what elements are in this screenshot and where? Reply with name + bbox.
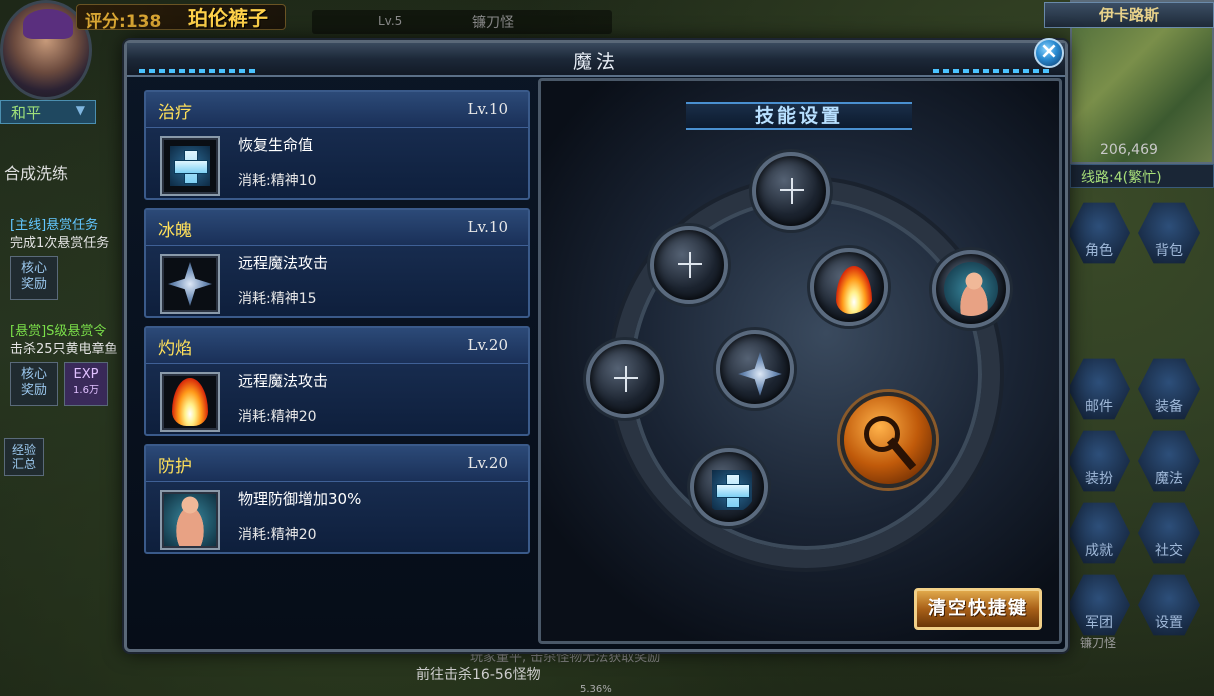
sub-monster-name: 镰刀怪	[1080, 636, 1117, 650]
core-reward-badge: 核心 奖励	[10, 362, 58, 406]
heal-cross-icon	[170, 146, 210, 186]
skill-level: Lv.10	[467, 218, 508, 236]
shortcut-slot-empty[interactable]	[586, 340, 664, 418]
quest-bounty-tag[interactable]: [悬赏]S级悬赏令	[10, 320, 106, 339]
skill-level: Lv.20	[467, 454, 508, 472]
menu-label: 社交	[1155, 543, 1183, 559]
exp-reward: EXP 1.6万	[64, 362, 108, 406]
skill-cost: 消耗:精神15	[238, 291, 317, 307]
skill-setting-title: 技能设置	[754, 105, 843, 127]
skill-level: Lv.20	[467, 336, 508, 354]
flame-icon	[836, 266, 872, 314]
skill-card-defense[interactable]: 防护 Lv.20 物理防御增加30% 消耗:精神20	[144, 444, 530, 554]
target-level: Lv.5	[378, 14, 403, 28]
skill-setting-title-bar: 技能设置	[686, 102, 912, 130]
skill-card-ice[interactable]: 冰魄 Lv.10 远程魔法攻击 消耗:精神15	[144, 208, 530, 318]
body-armor-icon	[170, 496, 210, 546]
close-icon: ×	[1039, 39, 1059, 64]
skill-name: 防护	[158, 457, 192, 477]
skill-list: 治疗 Lv.10 恢复生命值 消耗:精神10 冰魄 Lv.10 远程魔法攻击 消…	[144, 90, 532, 644]
line-select[interactable]: 线路:4(繁忙)	[1070, 164, 1214, 188]
menu-label: 军团	[1085, 615, 1113, 631]
menu-label: 成就	[1085, 543, 1113, 559]
skill-name: 治疗	[158, 103, 192, 123]
skill-card-heal[interactable]: 治疗 Lv.10 恢复生命值 消耗:精神10	[144, 90, 530, 200]
shortcut-slot-defense[interactable]	[932, 250, 1010, 328]
exp-summary-button[interactable]: 经验 汇总	[4, 438, 44, 476]
skill-description: 远程魔法攻击	[238, 254, 329, 272]
ice-shard-icon	[738, 352, 782, 396]
skill-name: 灼焰	[158, 339, 192, 359]
skill-header: 灼焰 Lv.20	[146, 328, 528, 364]
target-name: 镰刀怪	[472, 15, 514, 31]
body-armor-icon	[954, 272, 994, 316]
skill-description: 恢复生命值	[238, 136, 314, 154]
skill-name: 冰魄	[158, 221, 192, 241]
quest-bounty-desc: 击杀25只黄电章鱼	[10, 342, 118, 357]
exp-label: EXP	[73, 367, 99, 382]
menu-label: 背包	[1155, 243, 1183, 259]
close-button[interactable]: ×	[1034, 38, 1064, 68]
ice-shard-icon	[168, 262, 212, 306]
skill-cost: 消耗:精神20	[238, 409, 317, 425]
dialog-header: 魔法	[127, 43, 1065, 77]
skill-description: 物理防御增加30%	[238, 490, 362, 508]
menu-label: 装备	[1155, 399, 1183, 415]
skill-card-flame[interactable]: 灼焰 Lv.20 远程魔法攻击 消耗:精神20	[144, 326, 530, 436]
dialog-title: 魔法	[572, 51, 619, 73]
quest-main-tag[interactable]: [主线]悬赏任务	[10, 214, 98, 233]
shortcut-slot-empty[interactable]	[650, 226, 728, 304]
skill-icon-slot[interactable]	[160, 490, 220, 550]
map-coords: 206,469	[1100, 142, 1158, 158]
skill-header: 冰魄 Lv.10	[146, 210, 528, 246]
skill-icon-slot[interactable]	[160, 372, 220, 432]
bottom-quest-hint[interactable]: 前往击杀16-56怪物	[416, 664, 541, 684]
menu-label: 装扮	[1085, 471, 1113, 487]
skill-cost: 消耗:精神10	[238, 173, 317, 189]
synth-wash-label[interactable]: 合成洗练	[4, 160, 68, 184]
skill-header: 防护 Lv.20	[146, 446, 528, 482]
skill-header: 治疗 Lv.10	[146, 92, 528, 128]
core-reward-badge: 核心 奖励	[10, 256, 58, 300]
menu-label: 邮件	[1085, 399, 1113, 415]
player-name: 珀伦裤子	[188, 6, 268, 30]
shortcut-slot-empty[interactable]	[752, 152, 830, 230]
skill-description: 远程魔法攻击	[238, 372, 329, 390]
skill-icon-slot[interactable]	[160, 254, 220, 314]
target-bar[interactable]: Lv.5 镰刀怪	[312, 10, 612, 34]
clear-shortcuts-button[interactable]: 清空快捷键	[914, 588, 1042, 630]
quest-main-desc: 完成1次悬赏任务	[10, 236, 110, 251]
menu-label: 设置	[1155, 615, 1183, 631]
menu-label: 魔法	[1155, 471, 1183, 487]
skill-icon-slot[interactable]	[160, 136, 220, 196]
exp-value: 1.6万	[73, 385, 99, 396]
shortcut-slot-flame[interactable]	[810, 248, 888, 326]
peace-mode-select[interactable]: 和平	[0, 100, 96, 124]
map-name: 伊卡路斯	[1044, 2, 1214, 28]
attack-skill-button[interactable]	[840, 392, 936, 488]
shortcut-slot-heal[interactable]	[690, 448, 768, 526]
skill-cost: 消耗:精神20	[238, 527, 317, 543]
exp-percent: 5.36%	[580, 684, 612, 695]
menu-label: 角色	[1085, 243, 1113, 259]
shortcut-slot-ice[interactable]	[716, 330, 794, 408]
flame-icon	[172, 378, 208, 426]
heal-cross-icon	[712, 470, 752, 510]
header-accent-right	[933, 69, 1053, 73]
skill-level: Lv.10	[467, 100, 508, 118]
